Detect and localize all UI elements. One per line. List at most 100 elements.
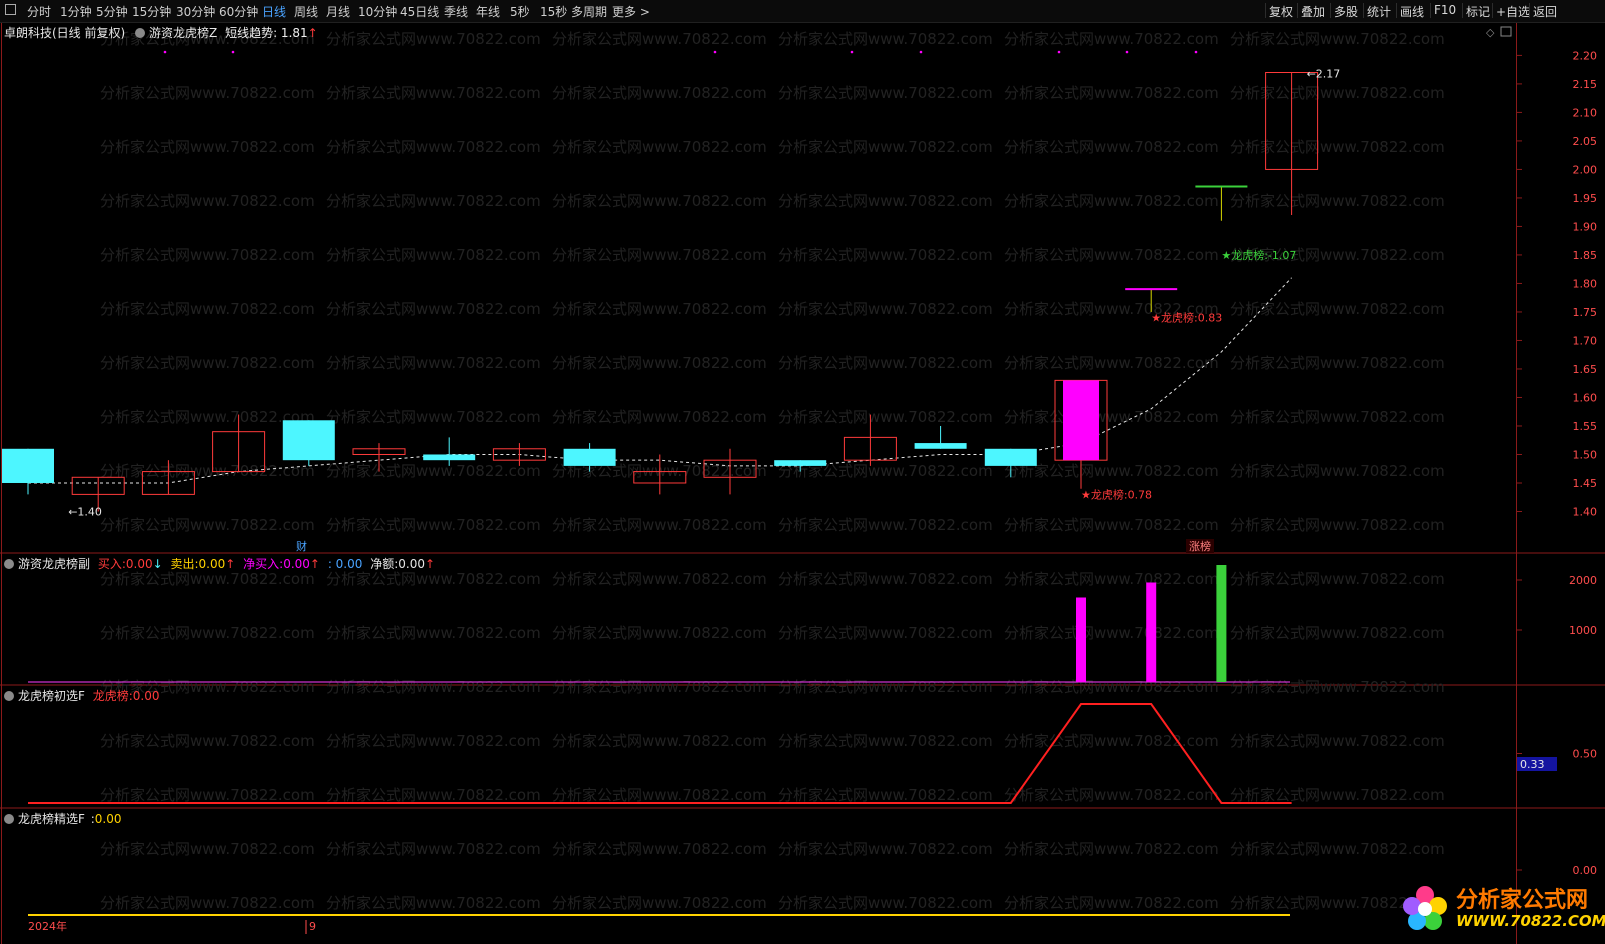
watermark-text: 分析家公式网www.70822.com xyxy=(778,840,993,858)
candle-body xyxy=(563,448,616,466)
watermark-text: 分析家公式网www.70822.com xyxy=(1004,732,1219,750)
watermark-text: 分析家公式网www.70822.com xyxy=(100,354,315,372)
flower-logo-icon xyxy=(1403,886,1447,930)
watermark-text: 分析家公式网www.70822.com xyxy=(326,300,541,318)
candle-body xyxy=(774,460,827,466)
indicator-name[interactable]: 游资龙虎榜Z xyxy=(149,26,217,40)
watermark-text: 分析家公式网www.70822.com xyxy=(552,570,767,588)
y-tick-label: 1.70 xyxy=(1573,334,1598,347)
stock-title: 卓朗科技(日线 前复权) xyxy=(4,26,126,40)
watermark-text: 分析家公式网www.70822.com xyxy=(1004,678,1219,696)
watermark-text: 分析家公式网www.70822.com xyxy=(778,138,993,156)
watermark-text: 分析家公式网www.70822.com xyxy=(1004,516,1219,534)
watermark-text: 分析家公式网www.70822.com xyxy=(778,84,993,102)
top-dot-marker xyxy=(713,50,717,54)
y-tick-label: 1.60 xyxy=(1573,391,1598,404)
low-marker-label: ←1.40 xyxy=(68,505,102,518)
watermark-text: 分析家公式网www.70822.com xyxy=(778,192,993,210)
watermark-text: 分析家公式网www.70822.com xyxy=(100,138,315,156)
sell-label: 卖出: xyxy=(170,557,199,571)
watermark-text: 分析家公式网www.70822.com xyxy=(778,570,993,588)
settings-icon[interactable] xyxy=(4,814,14,824)
sub3-title: 龙虎榜精选F :0.00 xyxy=(4,810,122,827)
watermark-text: 分析家公式网www.70822.com xyxy=(1004,138,1219,156)
trend-arrow-icon: ↑ xyxy=(307,26,318,40)
zhangting-badge: 涨榜 xyxy=(1189,539,1211,553)
watermark-text: 分析家公式网www.70822.com xyxy=(1004,84,1219,102)
watermark-text: 分析家公式网www.70822.com xyxy=(1004,894,1219,912)
watermark-text: 分析家公式网www.70822.com xyxy=(1230,30,1445,48)
sub1-bar xyxy=(1146,582,1157,682)
watermark-text: 分析家公式网www.70822.com xyxy=(326,84,541,102)
settings-icon[interactable] xyxy=(4,559,14,569)
watermark-text: 分析家公式网www.70822.com xyxy=(100,570,315,588)
y-tick-label: 1.45 xyxy=(1573,477,1598,490)
y-tick-label: 1.80 xyxy=(1573,277,1598,290)
watermark-text: 分析家公式网www.70822.com xyxy=(778,894,993,912)
watermark-text: 分析家公式网www.70822.com xyxy=(326,138,541,156)
y-tick-label: 1.65 xyxy=(1573,363,1598,376)
watermark-text: 分析家公式网www.70822.com xyxy=(326,516,541,534)
sub3-name[interactable]: 龙虎榜精选F xyxy=(18,812,85,826)
sub1-bar xyxy=(1076,597,1086,682)
chart-area[interactable]: 分析家公式网www.70822.com 分析家公式网www.70822.com 分析… xyxy=(0,0,1605,944)
watermark-text: 分析家公式网www.70822.com xyxy=(326,732,541,750)
top-dot-marker xyxy=(1194,50,1198,54)
top-dot-marker xyxy=(919,50,923,54)
watermark-text: 分析家公式网www.70822.com xyxy=(1004,30,1219,48)
colon-value: : 0.00 xyxy=(327,557,363,571)
month-label: 9 xyxy=(309,920,316,933)
sub2-title: 龙虎榜初选F 龙虎榜:0.00 xyxy=(4,687,160,704)
up-arrow-icon: ↑ xyxy=(225,557,236,571)
watermark-text: 分析家公式网www.70822.com xyxy=(552,840,767,858)
candle-body xyxy=(1063,380,1099,461)
watermark-text: 分析家公式网www.70822.com xyxy=(326,624,541,642)
watermark-text: 分析家公式网www.70822.com xyxy=(326,894,541,912)
watermark-text: 分析家公式网www.70822.com xyxy=(326,786,541,804)
y-tick-label: 1.75 xyxy=(1573,306,1598,319)
down-arrow-icon: ↓ xyxy=(152,557,163,571)
y-tick-label: 1.55 xyxy=(1573,420,1598,433)
watermark-text: 分析家公式网www.70822.com xyxy=(1230,624,1445,642)
site-logo: 分析家公式网 WWW.70822.COM xyxy=(1398,882,1605,940)
watermark-text: 分析家公式网www.70822.com xyxy=(1230,462,1445,480)
watermark-text: 分析家公式网www.70822.com xyxy=(100,408,315,426)
watermark-text: 分析家公式网www.70822.com xyxy=(552,192,767,210)
watermark-text: 分析家公式网www.70822.com xyxy=(100,894,315,912)
buy-value: 0.00 xyxy=(125,557,153,571)
sub2-name[interactable]: 龙虎榜初选F xyxy=(18,689,85,703)
settings-icon[interactable] xyxy=(135,28,146,38)
sub2-label: 龙虎榜: xyxy=(92,689,133,703)
watermark-text: 分析家公式网www.70822.com xyxy=(778,246,993,264)
settings-icon[interactable] xyxy=(4,691,14,701)
watermark-text: 分析家公式网www.70822.com xyxy=(778,408,993,426)
y-tick-label: 2.10 xyxy=(1573,106,1598,119)
top-dot-marker xyxy=(1125,50,1129,54)
watermark-text: 分析家公式网www.70822.com xyxy=(326,678,541,696)
watermark-text: 分析家公式网www.70822.com xyxy=(552,84,767,102)
net-label: 净额: xyxy=(370,557,399,571)
watermark-text: 分析家公式网www.70822.com xyxy=(100,300,315,318)
watermark-text: 分析家公式网www.70822.com xyxy=(1230,678,1445,696)
watermark-text: 分析家公式网www.70822.com xyxy=(1004,624,1219,642)
watermark-text: 分析家公式网www.70822.com xyxy=(1004,192,1219,210)
y-tick-label: 2.20 xyxy=(1573,49,1598,62)
watermark-text: 分析家公式网www.70822.com xyxy=(778,300,993,318)
sub1-title: 游资龙虎榜副 买入:0.00↓ 卖出:0.00↑ 净买入:0.00↑ : 0.0… xyxy=(4,555,435,572)
watermark-text: 分析家公式网www.70822.com xyxy=(1230,786,1445,804)
watermark-text: 分析家公式网www.70822.com xyxy=(326,570,541,588)
watermark-text: 分析家公式网www.70822.com xyxy=(100,624,315,642)
watermark-text: 分析家公式网www.70822.com xyxy=(100,462,315,480)
top-dot-marker xyxy=(1057,50,1061,54)
watermark-text: 分析家公式网www.70822.com xyxy=(1004,570,1219,588)
watermark-text: 分析家公式网www.70822.com xyxy=(1230,84,1445,102)
netbuy-label: 净买入: xyxy=(243,557,284,571)
buy-label: 买入: xyxy=(97,557,126,571)
y-tick-label: 1000 xyxy=(1569,624,1597,637)
sub1-name[interactable]: 游资龙虎榜副 xyxy=(18,557,90,571)
dragon-tiger-signal: ★龙虎榜:-1.07 xyxy=(1221,248,1296,262)
watermark-text: 分析家公式网www.70822.com xyxy=(1230,408,1445,426)
net-value: 0.00 xyxy=(398,557,425,571)
current-value-badge: 0.33 xyxy=(1520,758,1545,771)
y-tick-label: 2.15 xyxy=(1573,78,1598,91)
